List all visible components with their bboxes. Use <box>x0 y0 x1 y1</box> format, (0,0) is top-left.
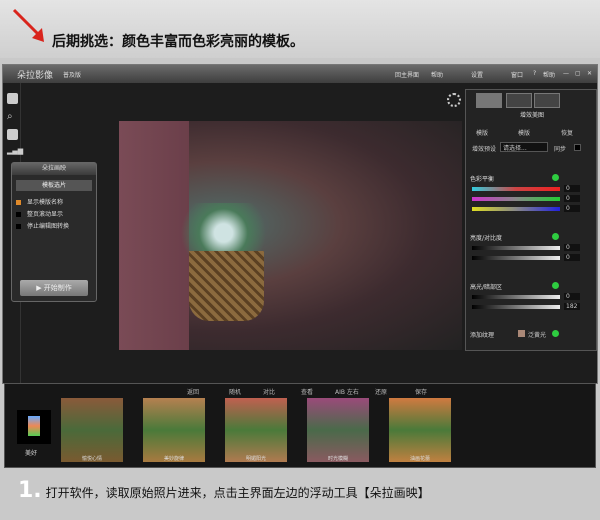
value[interactable]: 0 <box>564 293 580 300</box>
back-button[interactable]: 返回 <box>187 387 199 396</box>
minimize-icon[interactable]: — <box>563 70 569 77</box>
photo-preview <box>119 121 462 350</box>
app-window: 朵拉影像 普及版 回主界面 帮助 设置 窗口 ? 帮助 — ▢ ✕ ⌕ ▂▄▆ … <box>2 64 598 384</box>
start-button[interactable]: ▶ 开始制作 <box>20 280 88 296</box>
option-show-name[interactable]: 显示模版名称 <box>16 197 63 206</box>
right-panel: 增效美图 模版 模版 恢复 增效预设 请选择... 同步 色彩平衡 0 0 0 … <box>465 89 597 351</box>
step-number: 1. <box>18 478 42 503</box>
restore-action[interactable]: 恢复 <box>561 128 573 137</box>
start-label: 开始制作 <box>43 284 72 292</box>
tab-frame-icon[interactable] <box>534 93 560 108</box>
float-panel: 朵拉画映 模板选片 显示模版名称 整页滚动显示 停止编辑图转换 ▶ 开始制作 <box>11 162 97 302</box>
thumbnail[interactable] <box>61 398 123 462</box>
toggle-dot[interactable] <box>552 330 559 337</box>
thumbnail-label: 美妙旋律 <box>163 456 184 462</box>
value[interactable]: 0 <box>564 195 580 202</box>
close-icon[interactable]: ✕ <box>587 70 592 77</box>
loading-icon[interactable] <box>447 93 461 107</box>
headline: 后期挑选：颜色丰富而色彩亮丽的模板。 <box>52 34 304 50</box>
tab-adjust-icon[interactable] <box>476 93 502 108</box>
thumbnail[interactable] <box>225 398 287 462</box>
thumbnail-label: 明媚阳光 <box>245 456 266 462</box>
value[interactable]: 0 <box>564 254 580 261</box>
preset-label: 增效预设 <box>472 146 497 153</box>
slider-shadow[interactable] <box>472 305 560 309</box>
preset-select[interactable]: 请选择... <box>500 142 548 152</box>
help-button[interactable]: 帮助 <box>431 70 443 79</box>
texture-name[interactable]: 泛黄光 <box>528 330 546 339</box>
caption-text: 打开软件，读取原始照片进来，点击主界面左边的浮动工具【朵拉画映】 <box>45 486 430 500</box>
section-highlight[interactable]: 高光/暗部区 <box>470 282 502 291</box>
random-button[interactable]: 随机 <box>229 387 241 396</box>
sync-label: 同步 <box>554 146 567 153</box>
value[interactable]: 0 <box>564 244 580 251</box>
section-texture[interactable]: 添加纹理 <box>470 330 494 339</box>
maximize-icon[interactable]: ▢ <box>575 70 581 77</box>
template-tab[interactable]: 模板选片 <box>16 180 92 191</box>
category-icon[interactable] <box>17 410 51 444</box>
slider-yellow-blue[interactable] <box>472 207 560 211</box>
slider-contrast[interactable] <box>472 256 560 260</box>
compare-button[interactable]: 对比 <box>263 387 275 396</box>
option-stop[interactable]: 停止编辑图转换 <box>16 221 69 230</box>
option-label: 整页滚动显示 <box>27 211 64 218</box>
ab-button[interactable]: AIB 左右 <box>335 387 359 396</box>
histogram-icon[interactable]: ▂▄▆ <box>7 147 23 158</box>
photo-basket <box>189 251 264 321</box>
toggle-dot[interactable] <box>552 282 559 289</box>
template-action-2[interactable]: 模版 <box>518 128 530 137</box>
edition: 普及版 <box>63 72 82 79</box>
slider-brightness[interactable] <box>472 246 560 250</box>
tab-crop-icon[interactable] <box>506 93 532 108</box>
option-scroll[interactable]: 整页滚动显示 <box>16 209 63 218</box>
section-brightness[interactable]: 亮度/对比度 <box>470 233 502 242</box>
window-button[interactable]: 窗口 <box>511 70 523 79</box>
info-icon[interactable] <box>7 129 18 140</box>
home-button[interactable]: 回主界面 <box>395 70 419 79</box>
undo-button[interactable]: 还原 <box>375 387 387 396</box>
value[interactable]: 0 <box>564 205 580 212</box>
thumbnail-label: 油画花蕾 <box>409 456 430 462</box>
question-button[interactable]: ? <box>533 70 536 77</box>
category-label: 美好 <box>25 450 38 457</box>
thumbnail[interactable] <box>143 398 205 462</box>
banner: 后期挑选：颜色丰富而色彩亮丽的模板。 <box>0 0 600 58</box>
template-action-1[interactable]: 模版 <box>476 128 488 137</box>
float-panel-title[interactable]: 朵拉画映 <box>12 163 96 175</box>
title-bar: 朵拉影像 普及版 回主界面 帮助 设置 窗口 ? 帮助 — ▢ ✕ <box>3 65 597 83</box>
texture-swatch[interactable] <box>518 330 525 337</box>
view-button[interactable]: 查看 <box>301 387 313 396</box>
slider-highlight[interactable] <box>472 295 560 299</box>
thumbnail[interactable] <box>389 398 451 462</box>
app-name: 朵拉影像 <box>17 71 54 81</box>
section-color-balance[interactable]: 色彩平衡 <box>470 174 494 183</box>
thumbnail[interactable] <box>307 398 369 462</box>
toggle-dot[interactable] <box>552 174 559 181</box>
sync-checkbox[interactable] <box>574 144 581 151</box>
settings-button[interactable]: 设置 <box>471 70 483 79</box>
help2-button[interactable]: 帮助 <box>543 70 555 79</box>
thumbnail-label: 时光模糊 <box>327 456 348 462</box>
toggle-dot[interactable] <box>552 233 559 240</box>
save-button[interactable]: 保存 <box>415 387 427 396</box>
panel-title: 增效美图 <box>519 112 544 119</box>
option-label: 显示模版名称 <box>27 199 64 206</box>
search-icon[interactable]: ⌕ <box>7 111 18 122</box>
thumbnail-label: 愉悦心情 <box>81 456 102 462</box>
slider-magenta-green[interactable] <box>472 197 560 201</box>
value[interactable]: 0 <box>564 185 580 192</box>
option-label: 停止编辑图转换 <box>27 223 70 230</box>
red-arrow-icon <box>12 8 44 42</box>
value[interactable]: 182 <box>564 303 580 310</box>
slider-cyan-red[interactable] <box>472 187 560 191</box>
caption: 1. 打开软件，读取原始照片进来，点击主界面左边的浮动工具【朵拉画映】 <box>18 478 430 503</box>
filmstrip: 返回 随机 对比 查看 AIB 左右 还原 保存 美好 愉悦心情 美妙旋律 明媚… <box>4 383 596 468</box>
image-icon[interactable] <box>7 93 18 104</box>
